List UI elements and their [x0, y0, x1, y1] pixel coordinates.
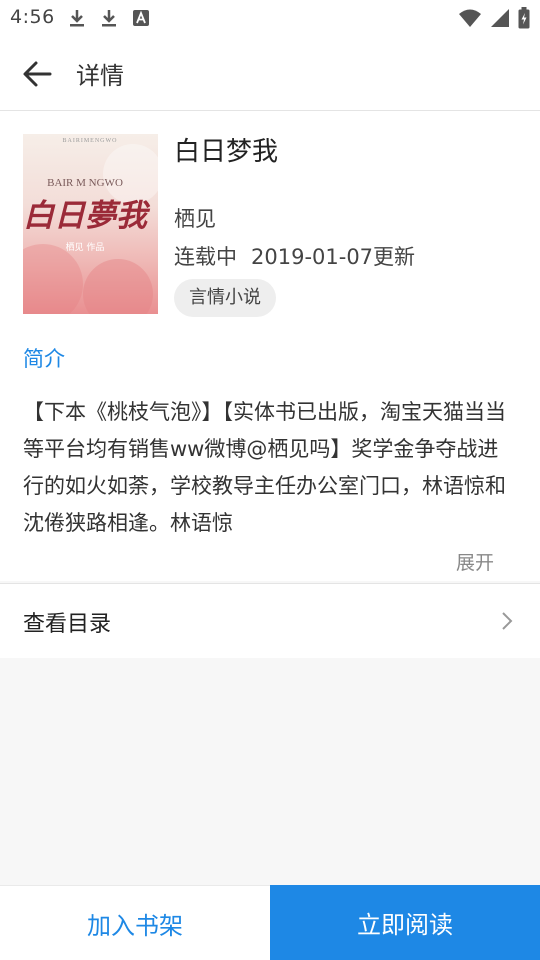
arrow-left-icon	[23, 61, 52, 87]
battery-icon	[518, 7, 530, 29]
page-title: 详情	[76, 62, 124, 90]
book-status-line: 连载中 2019-01-07更新	[174, 241, 429, 271]
book-cover[interactable]: BAIRIMENGWO BAIR M NGWO 白日夢我 栖见 作品	[23, 134, 158, 314]
expand-button[interactable]: 展开	[456, 548, 494, 575]
add-to-shelf-button[interactable]: 加入书架	[0, 885, 270, 960]
cover-art: BAIRIMENGWO BAIR M NGWO 白日夢我 栖见 作品	[23, 138, 158, 314]
book-detail-card: BAIRIMENGWO BAIR M NGWO 白日夢我 栖见 作品 白日梦我 …	[0, 111, 540, 581]
book-title: 白日梦我	[174, 137, 279, 167]
signal-icon	[491, 9, 509, 27]
status-time: 4:56	[10, 6, 55, 28]
download-icon	[70, 10, 84, 27]
cover-roman-title: BAIR M NGWO	[47, 177, 123, 189]
book-author[interactable]: 栖见	[174, 203, 216, 233]
view-catalog-row[interactable]: 查看目录	[0, 583, 540, 658]
cover-big-title: 白日夢我	[23, 198, 151, 234]
status-bar: 4:56	[0, 0, 540, 36]
read-now-button[interactable]: 立即阅读	[270, 885, 540, 960]
serial-status: 连载中	[174, 245, 237, 269]
update-date: 2019-01-07更新	[251, 245, 416, 269]
chevron-right-icon	[502, 612, 513, 630]
bottom-action-bar: 加入书架 立即阅读	[0, 885, 540, 960]
genre-tag[interactable]: 言情小说	[174, 279, 276, 317]
wifi-icon	[459, 9, 481, 27]
intro-heading: 简介	[23, 347, 65, 371]
cover-subtitle: 栖见 作品	[66, 241, 105, 253]
app-header: 详情	[0, 36, 540, 111]
status-system-icons	[458, 7, 530, 29]
download-icon	[102, 10, 116, 27]
back-button[interactable]	[20, 56, 56, 92]
a-app-icon	[133, 10, 149, 26]
catalog-label: 查看目录	[23, 612, 112, 637]
intro-text: 【下本《桃枝气泡》】【实体书已出版，淘宝天猫当当等平台均有销售ww微博@栖见吗】…	[23, 400, 506, 535]
cover-top-text: BAIRIMENGWO	[63, 138, 118, 144]
status-notification-icons	[68, 8, 150, 28]
